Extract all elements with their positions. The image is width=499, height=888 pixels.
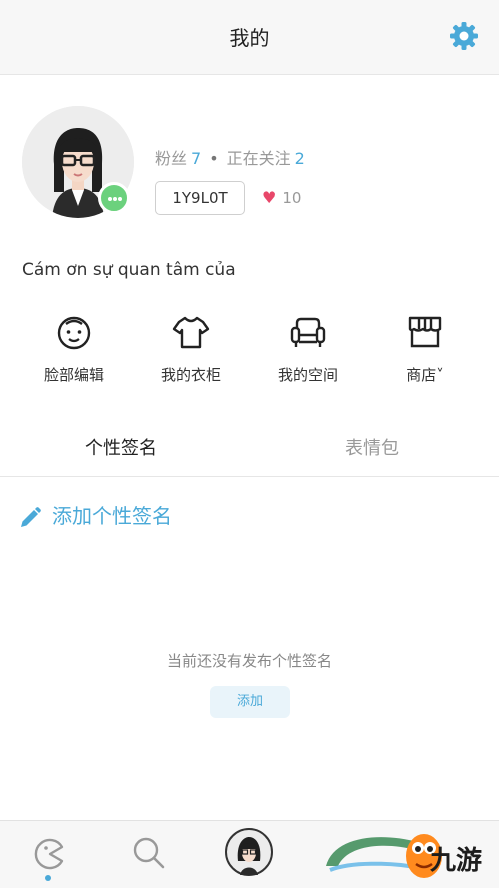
- user-id-badge[interactable]: 1Y9L0T: [155, 181, 245, 215]
- action-wardrobe[interactable]: 我的衣柜: [141, 312, 241, 385]
- pencil-icon: [21, 506, 41, 527]
- add-signature-link[interactable]: 添加个性签名: [18, 500, 172, 530]
- add-button[interactable]: 添加: [210, 686, 290, 718]
- page-title: 我的: [229, 26, 270, 50]
- profile-avatar[interactable]: [22, 106, 134, 218]
- action-store[interactable]: 商店˅: [375, 312, 475, 385]
- followers-label[interactable]: 粉丝: [155, 149, 187, 168]
- heart-icon: ♥: [262, 188, 277, 207]
- action-label: 我的衣柜: [160, 366, 221, 384]
- store-icon: [408, 316, 442, 348]
- home-icon[interactable]: [32, 835, 68, 871]
- follow-stats: 粉丝 7 • 正在关注 2: [155, 145, 305, 169]
- search-icon[interactable]: [131, 835, 167, 871]
- face-icon: [57, 316, 91, 350]
- top-bar: 我的: [0, 0, 499, 75]
- bio-text: Cám ơn sự quan tâm của: [22, 260, 236, 280]
- empty-state-text: 当前还没有发布个性签名: [166, 652, 332, 670]
- likes: ♥ 10: [262, 188, 301, 207]
- shirt-icon: [172, 316, 210, 349]
- separator: •: [209, 149, 219, 168]
- action-face-edit[interactable]: 脸部编辑: [24, 312, 124, 385]
- followers-count[interactable]: 7: [191, 149, 201, 168]
- gear-icon[interactable]: [448, 20, 480, 52]
- action-label: 我的空间: [277, 366, 338, 384]
- active-indicator: [45, 875, 51, 881]
- watermark-text: 九游: [430, 846, 483, 876]
- watermark: 九游: [320, 828, 499, 884]
- tab-signature[interactable]: 个性签名: [85, 434, 157, 460]
- action-label: 脸部编辑: [43, 366, 104, 384]
- tab-stickers[interactable]: 表情包: [345, 434, 399, 460]
- chat-bubble-icon[interactable]: [98, 182, 130, 214]
- avatar-icon[interactable]: [224, 827, 274, 877]
- sofa-icon: [290, 317, 326, 347]
- add-signature-label: 添加个性签名: [52, 504, 172, 528]
- following-label[interactable]: 正在关注: [227, 149, 291, 168]
- following-count[interactable]: 2: [295, 149, 305, 168]
- action-my-space[interactable]: 我的空间: [258, 312, 358, 385]
- likes-count: 10: [282, 189, 302, 207]
- action-label: 商店˅: [406, 366, 444, 384]
- content-tabs: 个性签名 表情包: [0, 420, 499, 477]
